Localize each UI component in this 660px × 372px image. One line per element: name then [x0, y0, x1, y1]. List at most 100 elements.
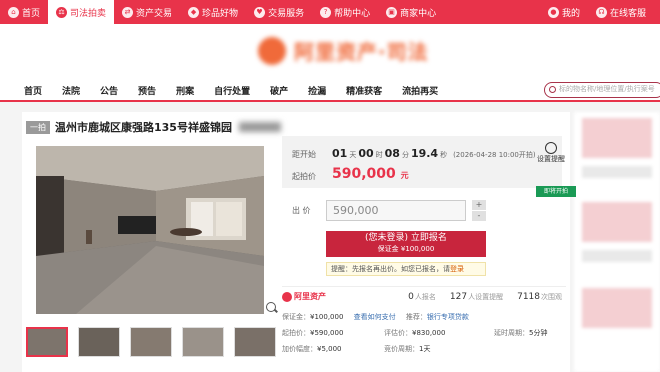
side-card-text: [582, 250, 652, 262]
side-card[interactable]: [582, 202, 652, 242]
top-tab-merchant-center[interactable]: ▣ 商家中心: [378, 0, 444, 24]
deposit-value: ¥100,000: [310, 313, 344, 321]
nav-item-courts[interactable]: 法院: [52, 84, 90, 97]
signup-count-label: 人报名: [414, 292, 436, 301]
nav-item-announcements[interactable]: 公告: [90, 84, 128, 97]
set-reminder-button[interactable]: 设置提醒: [536, 142, 566, 164]
recommend-label: 推荐：: [405, 313, 427, 321]
thumbnail-1[interactable]: [26, 327, 68, 357]
auction-info: 距开始 01 天 00 时 08 分 19.4 秒 (2026-04-28 10:00开…: [278, 132, 570, 372]
gem-icon: ◆: [188, 6, 200, 18]
tip-text: 提醒：先报名再出价。如您已报名，请: [331, 265, 450, 273]
top-tab-label: 首页: [22, 8, 41, 19]
redacted-text: [238, 122, 281, 132]
deposit-label: 保证金：: [282, 313, 310, 321]
logo-header: 阿里资产·司法: [0, 24, 660, 80]
top-tab-home[interactable]: ⌂ 首页: [0, 0, 48, 24]
listing-panel: 一拍 温州市鹿城区康强路135号祥盛锦园 距开始 01 天 00 时 08 分 …: [22, 112, 570, 372]
online-service-label: 在线客服: [609, 8, 646, 19]
help-icon: ?: [320, 6, 332, 18]
countdown-start-time: (2026-04-28 10:00开拍): [453, 151, 536, 159]
search-input[interactable]: 标的物名称/地理位置/执行案号: [544, 82, 660, 98]
online-service-link[interactable]: ☊ 在线客服: [588, 0, 660, 24]
my-account-link[interactable]: ● 我的: [540, 0, 588, 24]
top-tab-label: 司法拍卖: [70, 8, 107, 19]
countdown-days-unit: 天: [349, 151, 357, 159]
countdown-days: 01: [332, 147, 348, 160]
listing-title: 温州市鹿城区康强路135号祥盛锦园: [55, 121, 232, 134]
bank-loan-link[interactable]: 银行专项贷款: [427, 313, 469, 321]
nav-item-precise-leads[interactable]: 精准获客: [336, 84, 392, 97]
currency-unit: 元: [400, 171, 409, 180]
search-icon: [549, 86, 556, 93]
nav-item-home[interactable]: 首页: [0, 84, 52, 97]
bid-amount-input[interactable]: 590,000: [326, 200, 466, 221]
deposit-note: 保证金 ¥100,000: [377, 245, 435, 253]
delay-label: 延时周期：: [494, 329, 529, 337]
how-to-pay-link[interactable]: 查看如何支付: [354, 313, 396, 321]
brand-logo-icon: [282, 291, 292, 302]
top-tab-label: 交易服务: [268, 8, 305, 19]
signup-tip: 提醒：先报名再出价。如您已报名，请登录: [326, 262, 486, 276]
top-tab-asset-trade[interactable]: ⇄ 资产交易: [114, 0, 180, 24]
countdown-minutes-unit: 分: [401, 151, 409, 159]
signup-label: (您未登录) 立即报名: [365, 233, 447, 243]
gavel-icon: ⚖: [56, 6, 68, 18]
start-price-label: 起拍价: [292, 172, 316, 181]
main-navigation: 首页 法院 公告 预告 刑案 自行处置 破产 捡漏 精准获客 流拍再买 标的物名…: [0, 80, 660, 102]
view-count: 7118: [517, 291, 540, 302]
user-icon: ●: [547, 6, 559, 18]
increase-bid-button[interactable]: +: [472, 200, 486, 210]
nav-item-bankruptcy[interactable]: 破产: [260, 84, 298, 97]
room-illustration: [36, 146, 264, 314]
view-count-label: 次围观: [541, 292, 562, 301]
alarm-clock-icon: [545, 142, 557, 154]
photo-thumbnails: [26, 327, 276, 357]
bid-label: 出 价: [292, 206, 311, 215]
nav-item-self-disposal[interactable]: 自行处置: [204, 84, 260, 97]
signup-count: 0: [408, 291, 414, 302]
top-navigation-bar: ⌂ 首页 ⚖ 司法拍卖 ⇄ 资产交易 ◆ 珍品好物 ♥ 交易服务 ? 帮助中心 …: [0, 0, 660, 24]
nav-item-previews[interactable]: 预告: [128, 84, 166, 97]
top-tab-label: 商家中心: [400, 8, 437, 19]
side-card[interactable]: [582, 118, 652, 158]
countdown-hours-unit: 时: [375, 151, 383, 159]
countdown-box: 距开始 01 天 00 时 08 分 19.4 秒 (2026-04-28 10:00开…: [282, 136, 565, 188]
login-link[interactable]: 登录: [450, 265, 464, 273]
top-tab-label: 资产交易: [136, 8, 173, 19]
thumbnail-2[interactable]: [78, 327, 120, 357]
decrease-bid-button[interactable]: -: [472, 211, 486, 221]
top-tab-judicial-auction[interactable]: ⚖ 司法拍卖: [48, 0, 115, 24]
zoom-icon[interactable]: [266, 302, 276, 312]
thumbnail-4[interactable]: [182, 327, 224, 357]
heart-icon: ♥: [254, 6, 266, 18]
reminder-count: 127: [449, 291, 468, 302]
main-property-photo[interactable]: [36, 146, 264, 314]
side-card[interactable]: [582, 288, 652, 328]
top-tab-help-center[interactable]: ? 帮助中心: [312, 0, 378, 24]
nav-item-bargains[interactable]: 捡漏: [298, 84, 336, 97]
cycle-row: 竞价周期：1天: [384, 344, 430, 354]
listing-title-row: 一拍 温州市鹿城区康强路135号祥盛锦园: [26, 119, 281, 135]
auction-stats: 阿里资产 0 人报名 127 人设置提醒 7118 次围观: [282, 286, 566, 306]
increment-row: 加价幅度：¥5,000: [282, 344, 342, 354]
nav-item-criminal-cases[interactable]: 刑案: [166, 84, 204, 97]
top-tab-trade-service[interactable]: ♥ 交易服务: [246, 0, 312, 24]
countdown-label: 距开始: [292, 150, 316, 159]
thumbnail-5[interactable]: [234, 327, 276, 357]
top-tab-treasures[interactable]: ◆ 珍品好物: [180, 0, 246, 24]
thumbnail-3[interactable]: [130, 327, 172, 357]
countdown-hours: 00: [358, 147, 374, 160]
cycle-label: 竞价周期：: [384, 345, 419, 353]
price-row: 起拍价：¥590,000: [282, 328, 343, 338]
countdown-minutes: 08: [384, 147, 400, 160]
top-tab-label: 帮助中心: [334, 8, 371, 19]
site-logo[interactable]: 阿里资产·司法: [258, 36, 429, 65]
countdown-seconds-unit: 秒: [440, 151, 448, 159]
signup-button[interactable]: (您未登录) 立即报名 保证金 ¥100,000: [326, 231, 486, 257]
nav-item-failed-resale[interactable]: 流拍再买: [392, 84, 448, 97]
top-tab-label: 珍品好物: [202, 8, 239, 19]
start-price: 590,000 元: [332, 166, 409, 182]
cycle-value: 1天: [419, 345, 431, 353]
start-price-value: 590,000: [332, 166, 396, 182]
